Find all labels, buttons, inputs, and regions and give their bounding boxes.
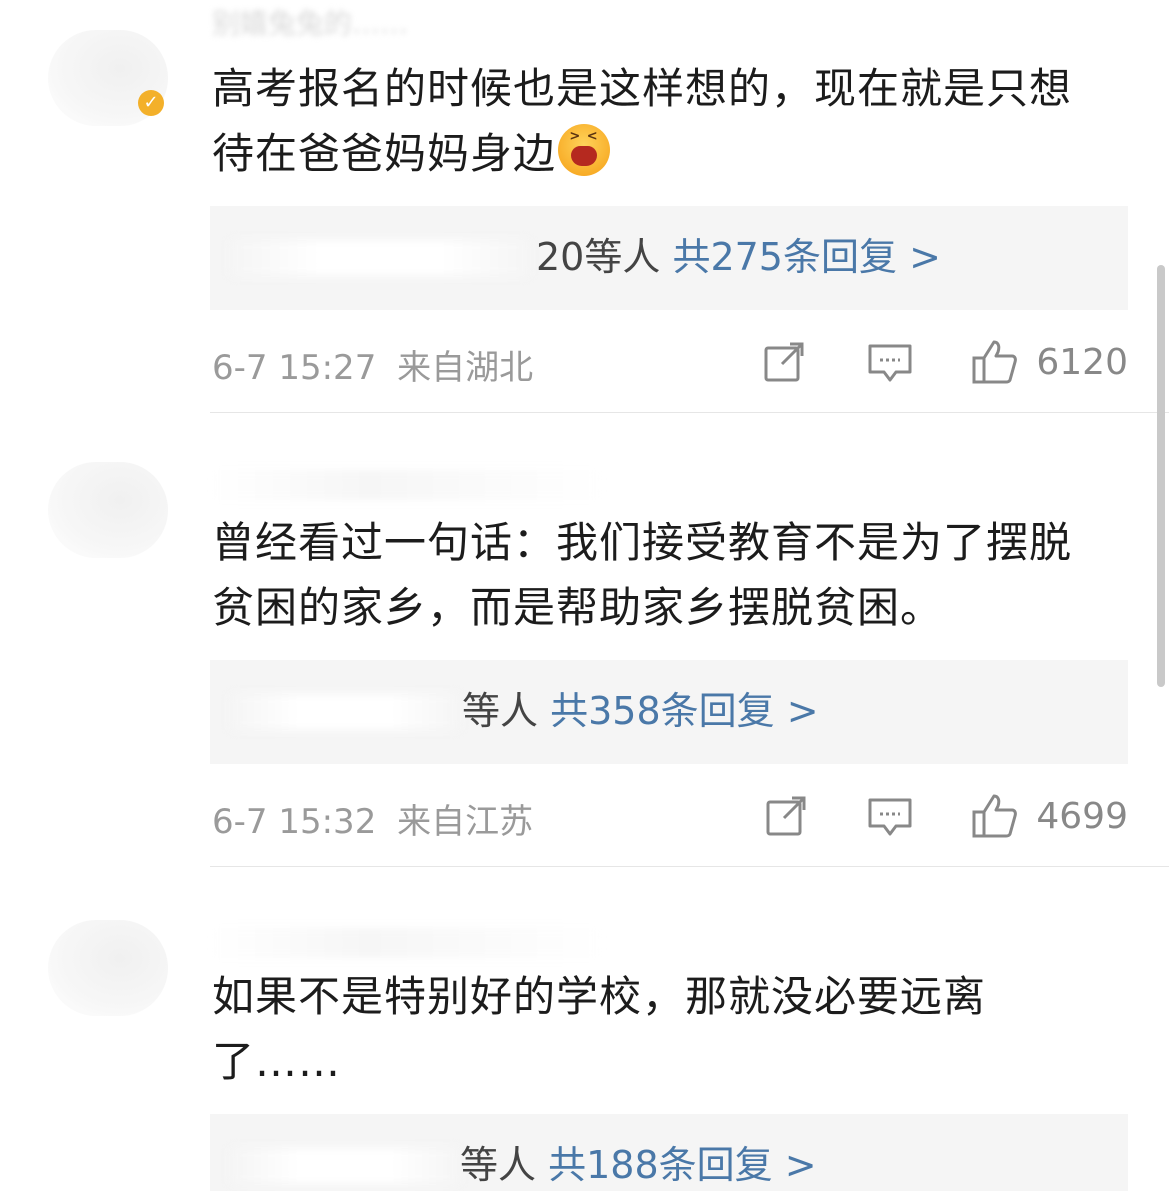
replies-count-link[interactable]: 共358条回复 > <box>550 689 818 733</box>
comment-meta: 6-7 15:27 来自湖北 6120 <box>212 332 1128 392</box>
thumbs-up-icon[interactable] <box>970 338 1018 386</box>
replies-tail: 等人 <box>460 1143 537 1187</box>
comment-meta: 6-7 15:32 来自江苏 4699 <box>212 786 1128 846</box>
like-count: 6120 <box>1036 341 1128 383</box>
comment-text-line-1: 如果不是特别好的学校，那就没必要远离 <box>212 972 987 1021</box>
comment-icon[interactable] <box>866 792 914 840</box>
replies-count-link[interactable]: 共188条回复 > <box>548 1143 816 1187</box>
verified-badge-icon: ✓ <box>138 90 164 116</box>
comment-actions: 6120 <box>760 332 1128 392</box>
replies-count-link[interactable]: 共275条回复 > <box>672 235 940 279</box>
scrollbar[interactable] <box>1157 265 1165 687</box>
comment-actions: 4699 <box>762 786 1128 846</box>
avatar[interactable] <box>48 920 168 1016</box>
comment-time: 6-7 15:32 来自江苏 <box>212 794 533 843</box>
comment-icon[interactable] <box>866 338 914 386</box>
comment-text: 曾经看过一句话：我们接受教育不是为了摆脱 贫困的家乡，而是帮助家乡摆脱贫困。 <box>212 510 1132 640</box>
comment-text: 如果不是特别好的学校，那就没必要远离 了…… <box>212 964 1132 1094</box>
comment-text-line-1: 曾经看过一句话：我们接受教育不是为了摆脱 <box>212 518 1073 567</box>
crying-face-icon: > < <box>558 124 611 176</box>
blurred-reply-names <box>230 240 530 276</box>
replies-summary[interactable]: 20等人 共275条回复 > <box>536 232 941 282</box>
comment-text: 高考报名的时候也是这样想的，现在就是只想 待在爸爸妈妈身边 > < <box>212 56 1132 186</box>
repost-icon[interactable] <box>760 338 808 386</box>
comment-text-line-2: 待在爸爸妈妈身边 > < <box>212 121 1132 186</box>
repost-icon[interactable] <box>762 792 810 840</box>
replies-preview[interactable]: 等人 共188条回复 > <box>210 1114 1128 1191</box>
username-redacted[interactable] <box>212 928 602 958</box>
username[interactable]: 别嬉兔兔的…… <box>212 2 408 42</box>
username-redacted[interactable] <box>212 470 602 500</box>
comment-text-line-2: 贫困的家乡，而是帮助家乡摆脱贫困。 <box>212 583 944 632</box>
timestamp: 6-7 15:27 <box>212 348 377 388</box>
timestamp: 6-7 15:32 <box>212 802 377 842</box>
thumbs-up-icon[interactable] <box>970 792 1018 840</box>
comment-text-line-2: 了…… <box>212 1037 342 1086</box>
replies-summary[interactable]: 等人 共188条回复 > <box>460 1140 817 1190</box>
avatar[interactable] <box>48 462 168 558</box>
comment-feed: ✓ 别嬉兔兔的…… 高考报名的时候也是这样想的，现在就是只想 待在爸爸妈妈身边 >… <box>0 0 1169 1191</box>
location: 来自江苏 <box>397 802 534 842</box>
comment-text-line-1: 高考报名的时候也是这样想的，现在就是只想 <box>212 64 1073 113</box>
comment-time: 6-7 15:27 来自湖北 <box>212 340 533 389</box>
replies-preview[interactable]: 20等人 共275条回复 > <box>210 206 1128 310</box>
comment-text-line-2-text: 待在爸爸妈妈身边 <box>212 129 557 178</box>
blurred-reply-names <box>230 694 460 730</box>
location: 来自湖北 <box>397 348 534 388</box>
replies-preview[interactable]: 等人 共358条回复 > <box>210 660 1128 764</box>
replies-tail: 20等人 <box>536 235 661 279</box>
like-count: 4699 <box>1036 795 1128 837</box>
replies-tail: 等人 <box>462 689 539 733</box>
divider <box>210 866 1169 867</box>
replies-summary[interactable]: 等人 共358条回复 > <box>462 686 819 736</box>
blurred-reply-names <box>230 1148 460 1184</box>
divider <box>210 412 1169 413</box>
